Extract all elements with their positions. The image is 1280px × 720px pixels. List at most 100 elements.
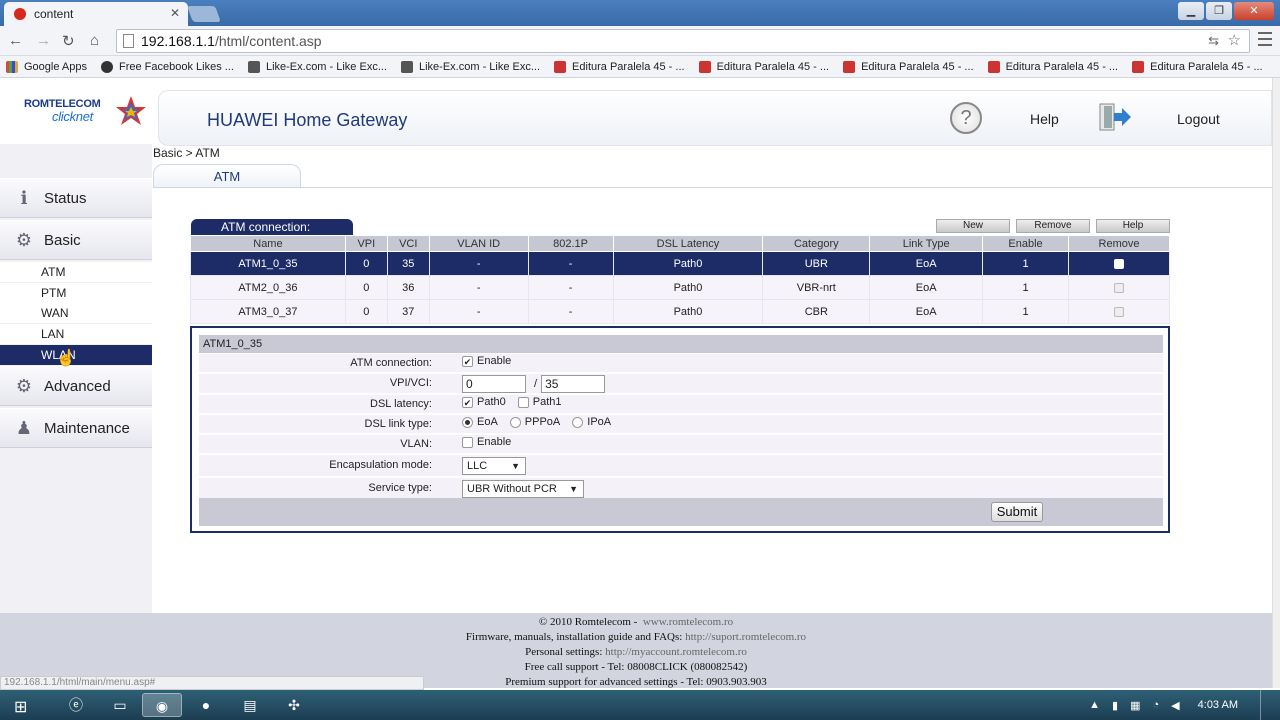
bookmark-item[interactable]: Editura Paralela 45 - ...: [554, 60, 685, 73]
column-header: DSL Latency: [612, 235, 764, 252]
ie-icon[interactable]: ⓔ: [56, 693, 96, 717]
help-question-icon[interactable]: ?: [950, 102, 982, 134]
romtelecom-link[interactable]: www.romtelecom.ro: [643, 616, 733, 628]
path1-checkbox[interactable]: [517, 396, 529, 408]
table-row[interactable]: ATM1_0_35 0 35 - - Path0 UBR EoA 1: [190, 251, 1170, 276]
sidebar-group-maintenance[interactable]: ♟ Maintenance: [0, 408, 152, 448]
column-header: Remove: [1068, 235, 1170, 252]
battery-icon[interactable]: ▮: [1112, 699, 1118, 712]
show-desktop-button[interactable]: [1260, 690, 1270, 720]
myaccount-link[interactable]: http://myaccount.romtelecom.ro: [605, 646, 747, 658]
vpi-vci-label: VPI/VCI:: [389, 377, 432, 389]
table-cell: 0: [344, 251, 388, 276]
column-header: VLAN ID: [428, 235, 529, 252]
wifi-icon[interactable]: ◔: [1153, 699, 1160, 711]
bookmark-item[interactable]: Editura Paralela 45 - ...: [987, 60, 1118, 73]
bookmark-item[interactable]: Editura Paralela 45 - ...: [1132, 60, 1263, 73]
firefox-icon[interactable]: ●: [186, 693, 226, 717]
home-icon[interactable]: ⌂: [90, 32, 99, 49]
vci-input[interactable]: 35: [541, 375, 606, 393]
help-link[interactable]: Help: [1030, 111, 1059, 127]
close-window-icon[interactable]: ✕: [1234, 2, 1274, 20]
start-windows-icon[interactable]: ⊞: [14, 697, 27, 717]
bookmark-item[interactable]: Editura Paralela 45 - ...: [698, 60, 829, 73]
encapsulation-select[interactable]: LLC ▼: [462, 457, 526, 475]
tab-atm[interactable]: ATM: [153, 164, 301, 188]
table-cell: ATM3_0_37: [190, 299, 346, 324]
globe-icon: [101, 60, 113, 73]
ipoa-radio[interactable]: [572, 416, 584, 428]
bookmark-item[interactable]: Editura Paralela 45 - ...: [843, 60, 974, 73]
bookmark-item[interactable]: Like-Ex.com - Like Exc...: [401, 60, 540, 73]
table-row[interactable]: ATM3_0_37 0 37 - - Path0 CBR EoA 1: [190, 299, 1170, 324]
logout-door-icon[interactable]: [1098, 102, 1132, 132]
minimize-icon[interactable]: ▁: [1178, 2, 1204, 20]
remove-checkbox[interactable]: [1114, 306, 1124, 317]
bookmark-item[interactable]: Google Apps: [6, 60, 87, 73]
tray-arrow-icon[interactable]: ▲: [1089, 699, 1100, 711]
maintenance-person-icon: ♟: [15, 417, 33, 438]
maximize-icon[interactable]: ❐: [1206, 2, 1232, 20]
vlan-label: VLAN:: [400, 438, 432, 450]
notes-app-icon[interactable]: ▤: [230, 693, 270, 717]
footer-line-1: © 2010 Romtelecom - www.romtelecom.ro: [538, 616, 734, 628]
logout-link[interactable]: Logout: [1177, 111, 1220, 127]
path0-checkbox[interactable]: ✔: [462, 396, 473, 408]
sidebar-item-lan[interactable]: LAN: [0, 324, 152, 344]
bookmark-item[interactable]: Free Facebook Likes ...: [101, 60, 234, 73]
sidebar-group-status[interactable]: ℹ Status: [0, 178, 152, 218]
sidebar-item-wan[interactable]: WAN: [0, 303, 152, 323]
close-tab-icon[interactable]: ✕: [170, 6, 180, 20]
eoa-label: EoA: [477, 416, 498, 428]
table-row[interactable]: ATM2_0_36 0 36 - - Path0 VBR-nrt EoA 1: [190, 275, 1170, 300]
help-button[interactable]: Help: [1096, 219, 1170, 233]
browser-tab[interactable]: content ✕: [4, 2, 188, 26]
eoa-radio[interactable]: [462, 416, 473, 428]
submit-button[interactable]: Submit: [991, 502, 1043, 522]
table-cell: -: [527, 299, 614, 324]
sidebar-item-atm[interactable]: ATM: [0, 262, 152, 282]
sidebar-item-wlan[interactable]: WLAN: [0, 345, 152, 365]
book-icon: [987, 60, 1000, 73]
bookmark-star-icon[interactable]: ☆: [1228, 30, 1241, 52]
detail-title: ATM1_0_35: [199, 335, 1163, 353]
volume-icon[interactable]: ◀: [1171, 699, 1179, 712]
forward-arrow-icon[interactable]: →: [36, 32, 51, 49]
table-cell: [1068, 275, 1170, 300]
tools-app-icon[interactable]: ✣: [274, 693, 314, 717]
translate-icon[interactable]: ⇆: [1208, 30, 1219, 52]
suport-link[interactable]: http://suport.romtelecom.ro: [685, 631, 806, 643]
remove-button[interactable]: Remove: [1016, 219, 1090, 233]
vpi-input[interactable]: 0: [462, 375, 526, 393]
new-tab-button[interactable]: [187, 6, 221, 22]
network-icon[interactable]: ▦: [1130, 699, 1140, 712]
address-bar[interactable]: 192.168.1.1/html/content.asp ⇆ ☆: [116, 29, 1250, 53]
bookmark-item[interactable]: Like-Ex.com - Like Exc...: [247, 60, 387, 73]
service-type-select[interactable]: UBR Without PCR ▼: [462, 480, 584, 498]
service-type-label: Service type:: [368, 482, 432, 494]
clock-time[interactable]: 4:03 AM: [1198, 699, 1238, 711]
remove-checkbox[interactable]: [1114, 282, 1124, 293]
back-arrow-icon[interactable]: ←: [8, 32, 23, 49]
sidebar-group-advanced[interactable]: ⚙ Advanced: [0, 366, 152, 406]
browser-titlebar: content ✕ ▁ ❐ ✕: [0, 0, 1280, 26]
chevron-down-icon: ▼: [569, 484, 578, 494]
book-icon: [554, 60, 567, 73]
apps-grid-icon: [6, 60, 18, 73]
sidebar-item-ptm[interactable]: PTM: [0, 283, 152, 303]
sidebar-group-basic[interactable]: ⚙ Basic: [0, 220, 152, 260]
pppoa-radio[interactable]: [509, 416, 521, 428]
atm-enable-checkbox[interactable]: ✔: [462, 355, 473, 367]
table-cell: 35: [386, 251, 430, 276]
atm-enable-label: Enable: [477, 355, 512, 367]
chrome-icon[interactable]: ◉: [142, 693, 182, 717]
dsl-link-type-label: DSL link type:: [364, 418, 432, 430]
page-scrollbar[interactable]: [1272, 78, 1280, 688]
new-button[interactable]: New: [936, 219, 1010, 233]
reload-icon[interactable]: ↻: [62, 32, 75, 50]
menu-icon[interactable]: [1258, 32, 1272, 46]
remove-checkbox[interactable]: [1114, 258, 1124, 269]
explorer-folder-icon[interactable]: ▭: [100, 693, 140, 717]
vlan-enable-checkbox[interactable]: [462, 436, 473, 448]
submit-bar: Submit: [199, 498, 1163, 526]
